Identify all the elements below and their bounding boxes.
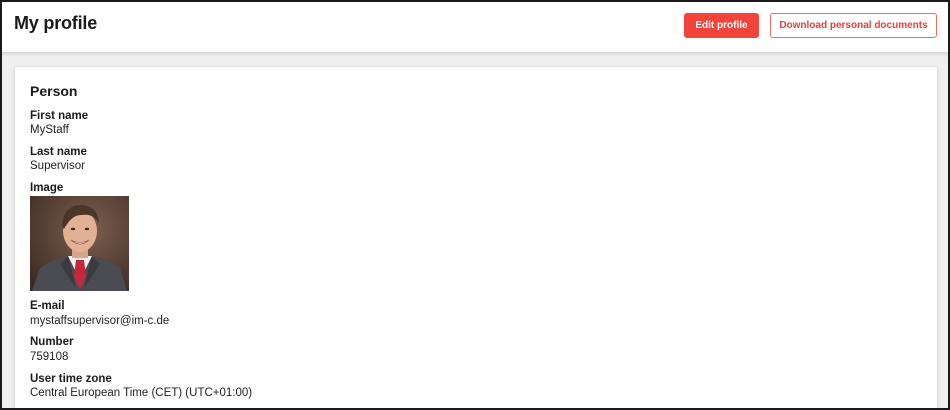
section-title: Person <box>30 83 78 99</box>
profile-photo <box>30 196 129 291</box>
image-label: Image <box>30 182 64 194</box>
page-header: My profile Edit profile Download persona… <box>2 2 948 53</box>
app-frame: My profile Edit profile Download persona… <box>0 0 950 410</box>
first-name-label: First name <box>30 110 89 122</box>
edit-profile-button[interactable]: Edit profile <box>684 13 759 38</box>
email-value: mystaffsupervisor@im-c.de <box>30 315 170 327</box>
page-title: My profile <box>14 13 98 33</box>
time-zone-label: User time zone <box>30 373 112 385</box>
person-card: Person First name MyStaff Last name Supe… <box>15 67 937 408</box>
profile-photo-portrait <box>30 196 129 291</box>
last-name-label: Last name <box>30 146 87 158</box>
number-label: Number <box>30 336 74 348</box>
download-personal-documents-button[interactable]: Download personal documents <box>770 13 937 38</box>
time-zone-value: Central European Time (CET) (UTC+01:00) <box>30 387 253 399</box>
last-name-value: Supervisor <box>30 160 85 172</box>
first-name-value: MyStaff <box>30 124 69 136</box>
email-label: E-mail <box>30 300 65 312</box>
number-value: 759108 <box>30 351 69 363</box>
